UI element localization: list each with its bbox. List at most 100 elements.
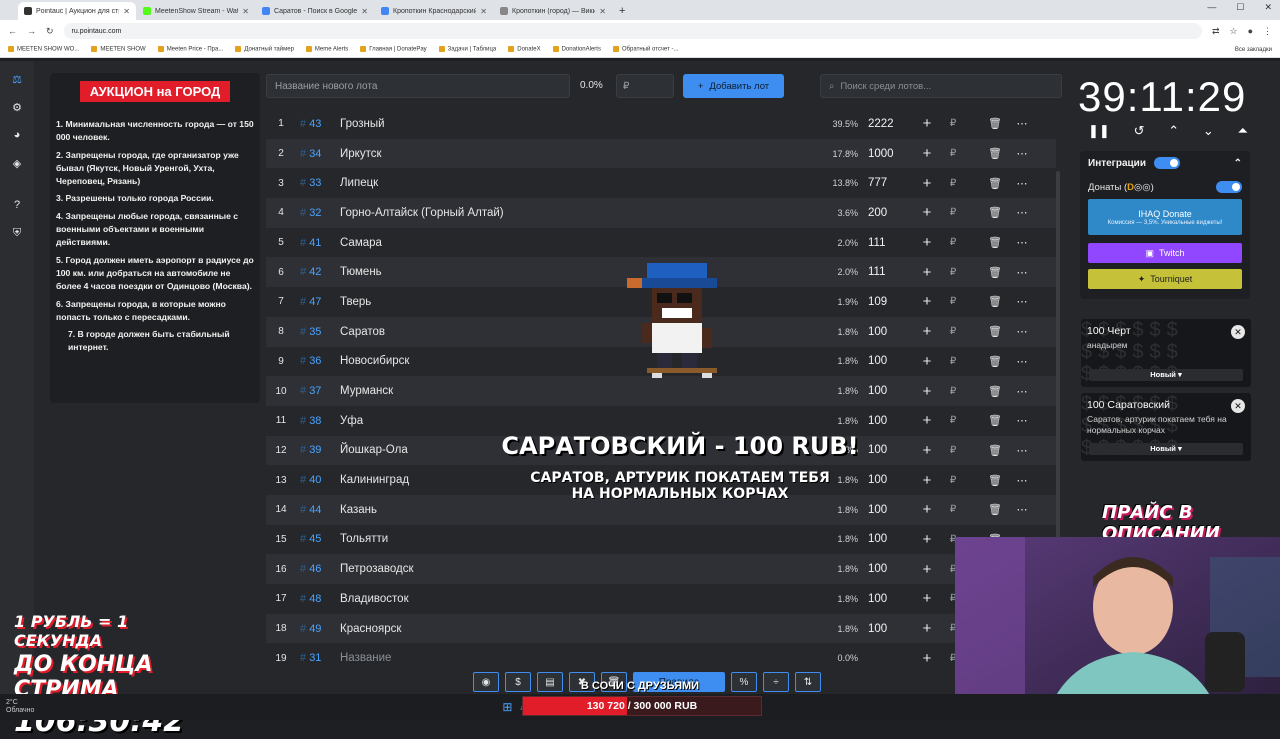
lot-amount[interactable]: 100 [858,355,916,367]
more-options-icon[interactable]: ⋯ [1012,474,1032,487]
trash-icon[interactable]: 🗑 [978,414,1012,427]
lot-amount[interactable]: 777 [858,177,916,189]
lot-row[interactable]: 4 # 32 Горно-Алтайск (Горный Алтай) 3.6% 200… [266,198,1056,228]
trash-icon[interactable]: 🗑 [978,444,1012,457]
add-amount-icon[interactable]: + [916,204,938,221]
more-options-icon[interactable]: ⋯ [1012,266,1032,279]
new-lot-amount-input[interactable]: ₽ [616,74,674,98]
tab-close-icon[interactable]: ✕ [361,7,368,16]
lot-amount[interactable]: 100 [858,415,916,427]
browser-tab[interactable]: Pointauc | Аукцион для стрима ✕ [18,2,136,20]
lot-amount[interactable]: 100 [858,563,916,575]
wheel-icon[interactable]: ◕ [9,127,25,143]
add-amount-icon[interactable]: + [916,115,938,132]
close-icon[interactable]: ✕ [1231,399,1245,413]
more-options-icon[interactable]: ⋯ [1012,177,1032,190]
trash-icon[interactable]: 🗑 [978,385,1012,398]
lot-row[interactable]: 17# 48Владивосток1.8%100+₽🗑⋯ [266,584,1056,614]
lot-row[interactable]: 18# 49Красноярск1.8%100+₽🗑⋯ [266,613,1056,644]
lot-row[interactable]: 1 # 43 Грозный 39.5% 2222 + ₽ 🗑 ⋯ [266,109,1056,139]
lot-name[interactable]: Грозный [340,118,810,130]
lot-amount[interactable]: 100 [858,474,916,486]
pause-icon[interactable]: ❚❚ [1088,123,1110,139]
twitch-button[interactable]: ▣ Twitch [1088,243,1242,263]
settings-icon[interactable]: ⚙ [9,99,25,115]
split-icon[interactable]: ÷ [763,672,789,692]
add-amount-icon[interactable]: + [916,175,938,192]
maximize-icon[interactable]: ☐ [1236,2,1244,13]
shield-icon[interactable]: ⛨ [9,225,25,241]
add-amount-icon[interactable]: + [916,323,938,340]
lot-row[interactable]: 5 # 41 Самара 2.0% 111 + ₽ 🗑 ⋯ [266,228,1056,258]
all-bookmarks-link[interactable]: Все закладки [1235,47,1280,53]
sort-icon[interactable]: ⇅ [795,672,821,692]
lot-amount[interactable]: 111 [858,266,916,278]
lot-name[interactable]: Владивосток [340,593,810,605]
trash-icon[interactable]: 🗑 [978,355,1012,368]
lot-row[interactable]: 19# 31Название0.0%+₽🗑⋯ [266,643,1056,673]
add-amount-icon[interactable]: + [916,531,938,548]
trash-icon[interactable]: 🗑 [978,147,1012,160]
lot-name[interactable]: Иркутск [340,148,810,160]
more-options-icon[interactable]: ⋯ [1012,503,1032,516]
minimize-icon[interactable]: — [1207,2,1216,13]
more-options-icon[interactable]: ⋯ [1012,414,1032,427]
tab-close-icon[interactable]: ✕ [480,7,487,16]
lot-name[interactable]: Петрозаводск [340,563,810,575]
lot-amount[interactable]: 100 [858,504,916,516]
more-options-icon[interactable]: ⋯ [1012,147,1032,160]
bookmark-star-icon[interactable]: ☆ [1229,26,1237,37]
windows-start-icon[interactable]: ⊞ [502,700,512,714]
add-amount-icon[interactable]: + [916,145,938,162]
url-field[interactable]: ru.pointauc.com [63,23,1202,39]
lot-amount[interactable]: 100 [858,385,916,397]
trash-icon[interactable]: 🗑 [978,117,1012,130]
github-icon[interactable]: ◉ [473,672,499,692]
donation-status[interactable]: Новый ▾ [1089,443,1243,455]
add-amount-icon[interactable]: + [916,650,938,667]
bookmark-item[interactable]: DonationAlerts [552,46,601,53]
trash-icon[interactable]: 🗑 [978,295,1012,308]
lot-amount[interactable]: 100 [858,326,916,338]
bookmark-item[interactable]: MEETEN SHOW WO... [8,46,79,53]
donation-card[interactable]: $$$$$$ $$$$$$ $$$$$$ 100 Саратовский Сар… [1081,393,1251,461]
weather-widget[interactable]: 2°C Облачно [6,699,34,716]
lot-amount[interactable]: 1000 [858,148,916,160]
add-amount-icon[interactable]: + [916,620,938,637]
donation-status[interactable]: Новый ▾ [1089,369,1243,381]
profile-icon[interactable]: ● [1248,26,1253,36]
trash-icon[interactable]: 🗑 [978,474,1012,487]
add-amount-icon[interactable]: + [916,442,938,459]
tab-close-icon[interactable]: ✕ [599,7,606,16]
restart-icon[interactable]: ↺ [1134,123,1145,139]
back-icon[interactable]: ← [8,26,17,36]
add-amount-icon[interactable]: + [916,590,938,607]
more-options-icon[interactable]: ⋯ [1012,444,1032,457]
lot-amount[interactable]: 200 [858,207,916,219]
lot-name[interactable]: Липецк [340,177,810,189]
lot-row[interactable]: 2 # 34 Иркутск 17.8% 1000 + ₽ 🗑 ⋯ [266,138,1056,169]
trash-icon[interactable]: 🗑 [978,206,1012,219]
layers-icon[interactable]: ◈ [9,155,25,171]
browser-tab[interactable]: Кропоткин (город) — Википе...✕ [494,2,612,20]
bookmark-item[interactable]: Meeten Price - Пра... [157,46,223,53]
lot-name[interactable]: Уфа [340,415,810,427]
collapse-icon[interactable]: ⌃ [1234,158,1242,169]
lot-search-input[interactable]: ⌕ Поиск среди лотов... [820,74,1062,98]
gavel-icon[interactable]: ⚖ [9,71,25,87]
lot-name[interactable]: Тольятти [340,533,810,545]
help-icon[interactable]: ? [9,197,25,213]
trash-icon[interactable]: 🗑 [978,503,1012,516]
donation-card[interactable]: $$$$$$ $$$$$$ $$$$$$ 100 Черт анадырем ✕… [1081,319,1251,387]
lot-row[interactable]: 16# 46Петрозаводск1.8%100+₽🗑⋯ [266,554,1056,584]
lot-amount[interactable]: 109 [858,296,916,308]
bookmark-item[interactable]: DonateX [508,46,541,53]
more-options-icon[interactable]: ⋯ [1012,236,1032,249]
lot-name[interactable]: Название [340,652,810,664]
add-amount-icon[interactable]: + [916,264,938,281]
trash-icon[interactable]: 🗑 [978,266,1012,279]
bookmark-item[interactable]: MEETEN SHOW [91,46,146,53]
tab-close-icon[interactable]: ✕ [242,7,249,16]
lot-amount[interactable]: 111 [858,237,916,249]
browser-tab[interactable]: Саратов - Поиск в Google ✕ [256,2,374,20]
